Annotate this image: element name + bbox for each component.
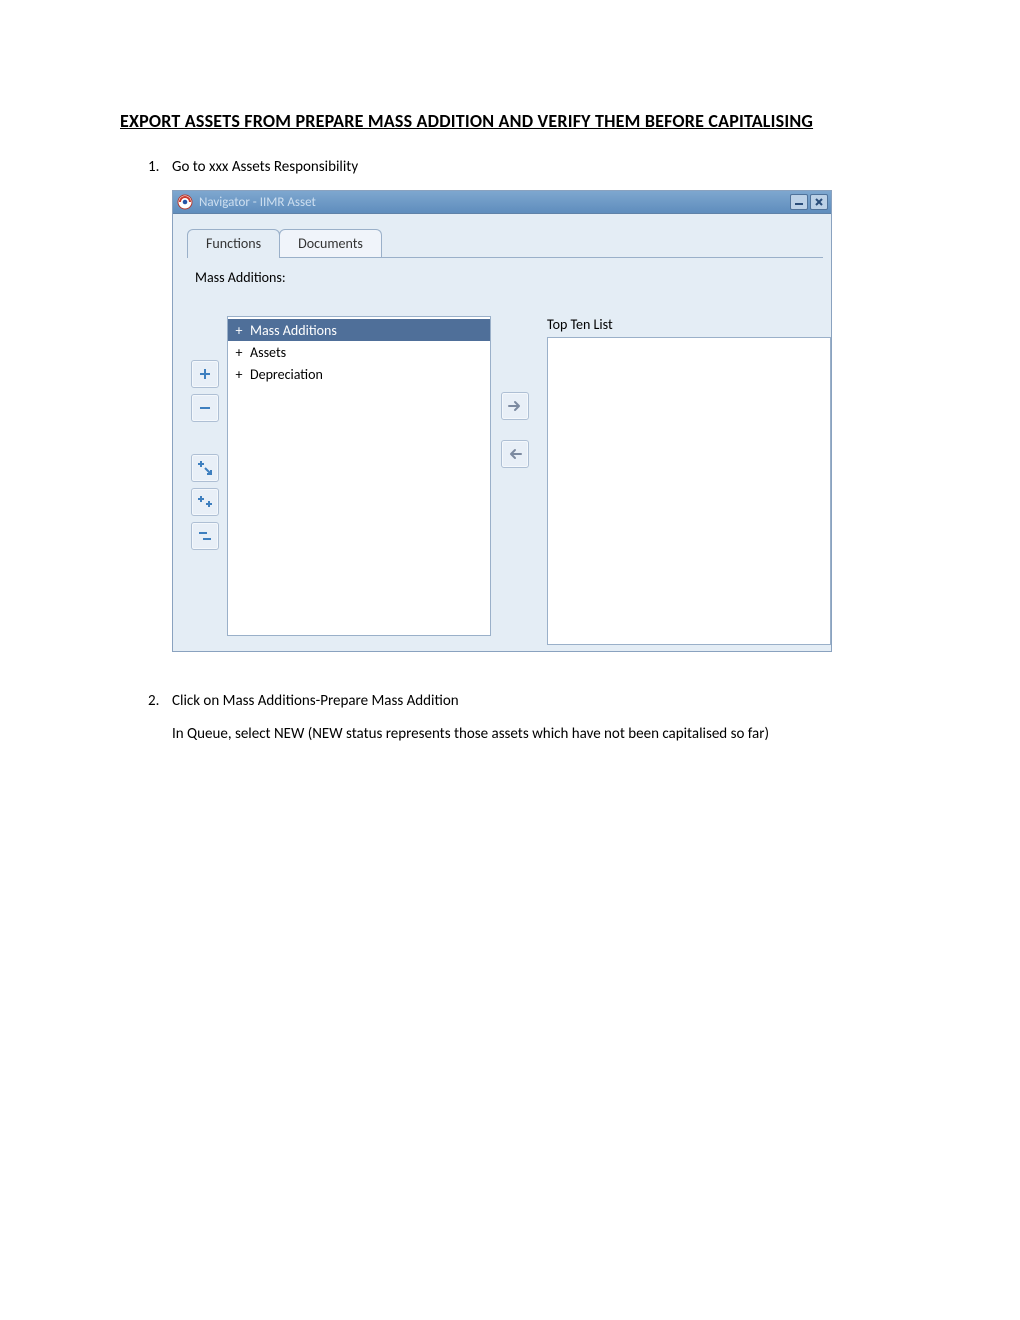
- document-page: EXPORT ASSETS FROM PREPARE MASS ADDITION…: [0, 0, 1020, 1320]
- close-button[interactable]: [810, 194, 828, 210]
- tab-documents[interactable]: Documents: [279, 229, 382, 258]
- step-2-text: Click on Mass Additions-Prepare Mass Add…: [172, 692, 900, 710]
- function-tree[interactable]: + Mass Additions + Assets + Depreciation: [227, 316, 491, 636]
- top-ten-label: Top Ten List: [547, 316, 831, 333]
- tree-item-label: Mass Additions: [250, 322, 337, 339]
- tree-expander-icon[interactable]: +: [234, 344, 244, 361]
- section-label: Mass Additions:: [195, 269, 831, 286]
- tab-underline: [187, 257, 823, 258]
- arrow-left-icon[interactable]: [501, 440, 529, 468]
- collapse-all-icon[interactable]: [191, 522, 219, 550]
- top-ten-section: Top Ten List: [547, 316, 831, 645]
- tree-item-label: Assets: [250, 344, 286, 361]
- transfer-buttons: [499, 392, 531, 645]
- step-1-number: 1.: [148, 158, 172, 176]
- side-buttons: [191, 360, 219, 645]
- step-1-text: Go to xxx Assets Responsibility: [172, 158, 900, 176]
- window-controls: [790, 194, 828, 210]
- title-bar: Navigator - IIMR Asset: [173, 191, 831, 214]
- navigator-body: + Mass Additions + Assets + Depreciation: [173, 286, 831, 645]
- expand-all-icon[interactable]: [191, 488, 219, 516]
- tab-strip: Functions Documents: [173, 214, 831, 258]
- collapse-icon[interactable]: [191, 394, 219, 422]
- top-ten-list[interactable]: [547, 337, 831, 645]
- window-title: Navigator - IIMR Asset: [199, 195, 790, 210]
- tree-expander-icon[interactable]: +: [234, 322, 244, 339]
- navigator-window: Navigator - IIMR Asset Functions Documen…: [172, 190, 832, 652]
- app-icon: [177, 194, 193, 210]
- step-2: 2. Click on Mass Additions-Prepare Mass …: [148, 692, 900, 710]
- minimize-button[interactable]: [790, 194, 808, 210]
- step-2-subtext: In Queue, select NEW (NEW status represe…: [172, 724, 892, 745]
- doc-title: EXPORT ASSETS FROM PREPARE MASS ADDITION…: [120, 110, 900, 132]
- arrow-right-icon[interactable]: [501, 392, 529, 420]
- expand-icon[interactable]: [191, 360, 219, 388]
- tree-expander-icon[interactable]: +: [234, 366, 244, 383]
- tree-item-assets[interactable]: + Assets: [228, 341, 490, 363]
- step-1: 1. Go to xxx Assets Responsibility: [148, 158, 900, 176]
- tab-functions[interactable]: Functions: [187, 229, 280, 258]
- tree-item-mass-additions[interactable]: + Mass Additions: [228, 319, 490, 341]
- step-2-number: 2.: [148, 692, 172, 710]
- tree-item-depreciation[interactable]: + Depreciation: [228, 363, 490, 385]
- expand-branch-icon[interactable]: [191, 454, 219, 482]
- tree-item-label: Depreciation: [250, 366, 323, 383]
